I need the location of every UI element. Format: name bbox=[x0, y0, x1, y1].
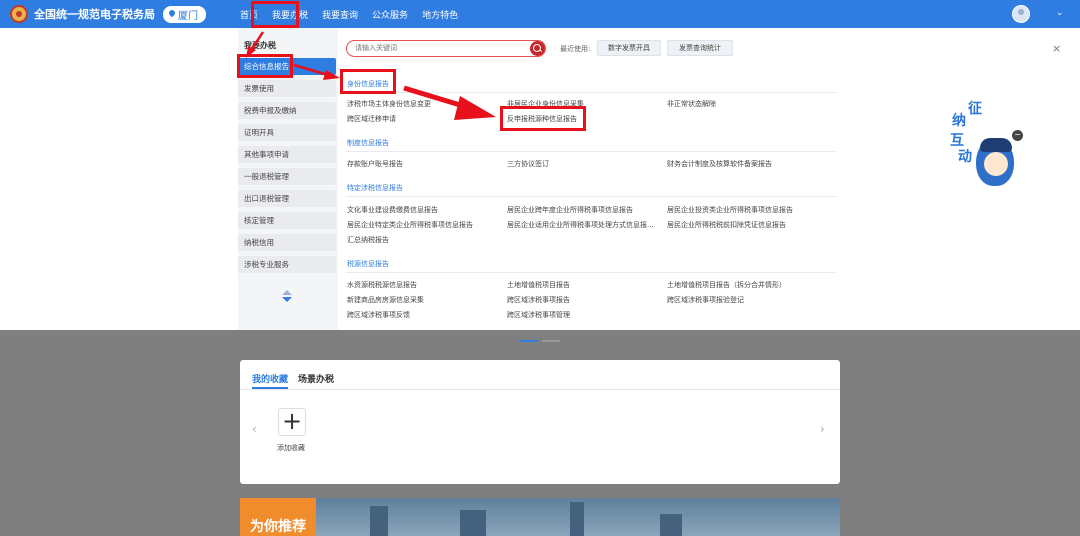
next-arrow-icon[interactable]: › bbox=[820, 422, 825, 436]
arrow-2 bbox=[293, 63, 329, 77]
arrow-2-head bbox=[323, 70, 340, 80]
tab-my-favorites[interactable]: 我的收藏 bbox=[252, 372, 288, 385]
building-image bbox=[370, 506, 388, 536]
add-favorite-button[interactable]: + bbox=[278, 408, 306, 436]
building-image bbox=[460, 510, 486, 536]
tab-scenario-tax[interactable]: 场景办税 bbox=[298, 372, 334, 385]
carousel-dot-2[interactable] bbox=[542, 340, 560, 342]
building-image bbox=[570, 502, 584, 536]
building-image bbox=[660, 514, 682, 536]
recommend-tag: 为你推荐 bbox=[240, 498, 316, 536]
divider bbox=[240, 389, 840, 390]
arrow-1-head bbox=[246, 46, 256, 58]
favorites-card: 我的收藏 场景办税 ‹ + 添加收藏 › bbox=[240, 360, 840, 484]
favorites-tabs: 我的收藏 场景办税 bbox=[252, 372, 334, 385]
add-favorite-label: 添加收藏 bbox=[277, 444, 305, 452]
prev-arrow-icon[interactable]: ‹ bbox=[252, 422, 257, 436]
arrow-3-head bbox=[454, 96, 496, 120]
carousel-indicators[interactable] bbox=[520, 340, 560, 342]
carousel-dot-1[interactable] bbox=[520, 340, 538, 342]
recommend-banner[interactable]: 为你推荐 bbox=[240, 498, 840, 536]
